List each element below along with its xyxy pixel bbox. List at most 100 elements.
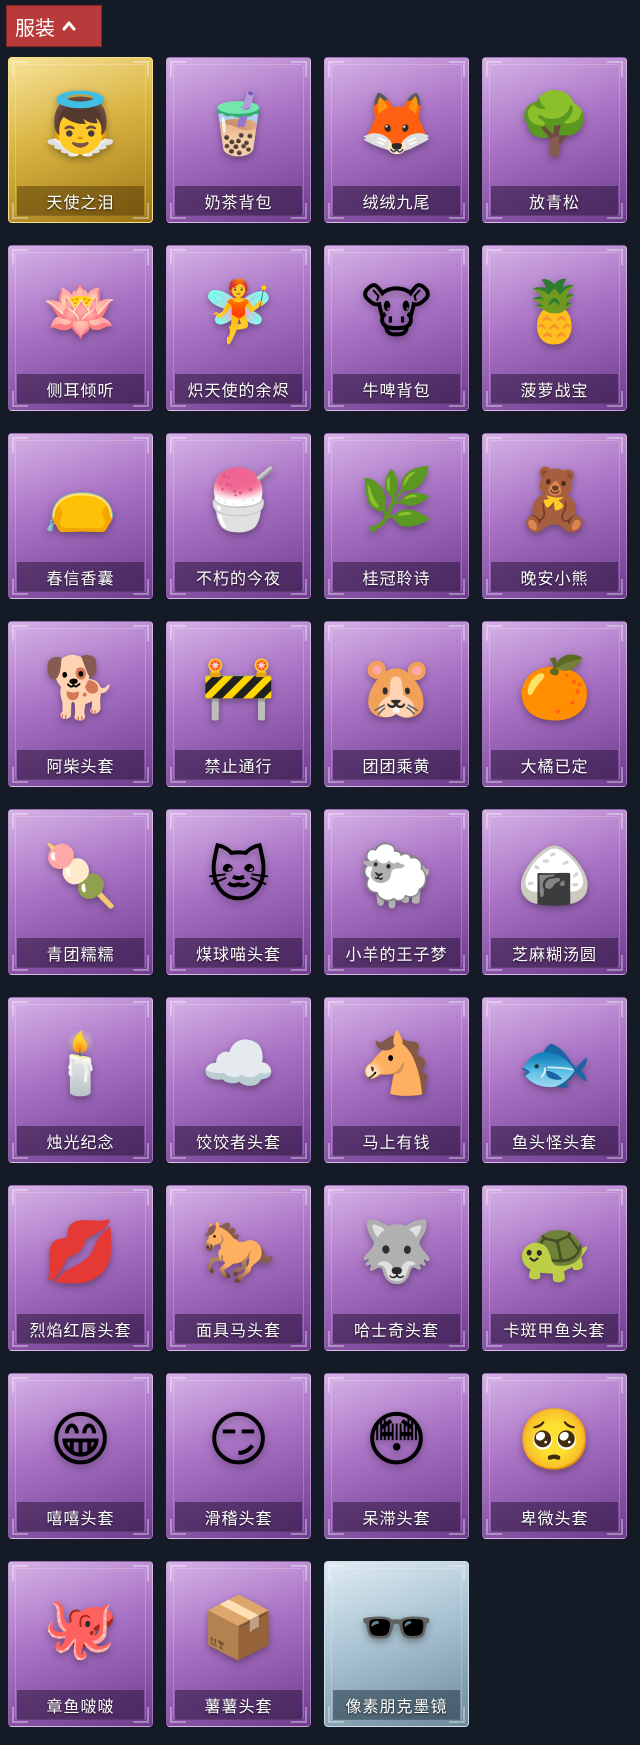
item-name: 奶茶背包: [204, 193, 273, 212]
item-card[interactable]: 🍧 不朽的今夜: [166, 433, 311, 599]
card-corner-ornament: [133, 1189, 149, 1205]
item-card[interactable]: 🧚 炽天使的余烬: [166, 245, 311, 411]
item-card[interactable]: 🥺 卑微头套: [482, 1373, 627, 1539]
item-card[interactable]: 👝 春信香囊: [8, 433, 153, 599]
item-name: 绒绒九尾: [362, 193, 431, 212]
card-corner-ornament: [486, 1189, 502, 1205]
card-corner-ornament: [449, 813, 465, 829]
item-card[interactable]: 📦 薯薯头套: [166, 1561, 311, 1727]
item-name: 章鱼啵啵: [46, 1697, 115, 1716]
black-cat-head-icon: 🐱: [207, 841, 270, 911]
card-corner-ornament: [170, 625, 186, 641]
card-corner-ornament: [133, 813, 149, 829]
item-label-bar: 卑微头套: [491, 1502, 618, 1532]
item-card[interactable]: 👼 天使之泪: [8, 57, 153, 223]
card-corner-ornament: [328, 813, 344, 829]
grin-emoji-icon: 😁: [49, 1405, 112, 1475]
card-corner-ornament: [12, 625, 28, 641]
pineapple-robot-icon: 🍍: [517, 277, 592, 347]
item-card[interactable]: 🍙 芝麻糊汤圆: [482, 809, 627, 975]
smirk-emoji-icon: 😏: [207, 1405, 270, 1475]
card-corner-ornament: [607, 813, 623, 829]
item-label-bar: 菠萝战宝: [491, 374, 618, 404]
item-card[interactable]: 🐹 团团乘黄: [324, 621, 469, 787]
card-corner-ornament: [328, 1001, 344, 1017]
item-name: 青团糯糯: [46, 945, 115, 964]
card-corner-ornament: [12, 437, 28, 453]
card-corner-ornament: [449, 437, 465, 453]
item-card[interactable]: 🐙 章鱼啵啵: [8, 1561, 153, 1727]
item-card[interactable]: 😁 嘻嘻头套: [8, 1373, 153, 1539]
card-corner-ornament: [607, 61, 623, 77]
item-name: 薯薯头套: [204, 1697, 273, 1716]
item-card[interactable]: ☁️ 饺饺者头套: [166, 997, 311, 1163]
card-corner-ornament: [170, 437, 186, 453]
card-corner-ornament: [449, 1377, 465, 1393]
item-card[interactable]: 🐺 哈士奇头套: [324, 1185, 469, 1351]
red-lips-head-icon: 💋: [43, 1217, 118, 1287]
item-name: 春信香囊: [46, 569, 115, 588]
item-name: 炽天使的余烬: [187, 381, 290, 400]
item-card[interactable]: 🪷 侧耳倾听: [8, 245, 153, 411]
item-card[interactable]: 😳 呆滞头套: [324, 1373, 469, 1539]
sachet-icon: 👝: [43, 465, 118, 535]
item-card[interactable]: 🚧 禁止通行: [166, 621, 311, 787]
item-name: 阿柴头套: [46, 757, 115, 776]
item-card[interactable]: 🧸 晚安小熊: [482, 433, 627, 599]
teddy-bear-icon: 🧸: [517, 465, 592, 535]
card-corner-ornament: [449, 1565, 465, 1581]
item-name: 嘻嘻头套: [46, 1509, 115, 1528]
section-tab-clothing[interactable]: 服装: [6, 5, 102, 47]
item-card[interactable]: 🧋 奶茶背包: [166, 57, 311, 223]
card-corner-ornament: [170, 249, 186, 265]
item-card[interactable]: 💋 烈焰红唇头套: [8, 1185, 153, 1351]
item-name: 牛啤背包: [362, 381, 431, 400]
item-card[interactable]: 🐟 鱼头怪头套: [482, 997, 627, 1163]
card-corner-ornament: [449, 1189, 465, 1205]
item-card[interactable]: 🐱 煤球喵头套: [166, 809, 311, 975]
item-name: 烈焰红唇头套: [29, 1321, 132, 1340]
card-corner-ornament: [328, 625, 344, 641]
item-name: 团团乘黄: [362, 757, 431, 776]
cloud-dumpling-icon: ☁️: [201, 1029, 276, 1099]
item-name: 鱼头怪头套: [511, 1133, 597, 1152]
item-label-bar: 鱼头怪头套: [491, 1126, 618, 1156]
item-card[interactable]: 🐎 面具马头套: [166, 1185, 311, 1351]
item-name: 呆滞头套: [362, 1509, 431, 1528]
item-card[interactable]: 🐢 卡斑甲鱼头套: [482, 1185, 627, 1351]
candle-icon: 🕯️: [43, 1029, 118, 1099]
item-name: 侧耳倾听: [46, 381, 115, 400]
card-corner-ornament: [133, 1565, 149, 1581]
item-card[interactable]: 🍊 大橘已定: [482, 621, 627, 787]
round-beast-icon: 🐹: [359, 653, 434, 723]
item-card[interactable]: 🍍 菠萝战宝: [482, 245, 627, 411]
item-card[interactable]: 🕯️ 烛光纪念: [8, 997, 153, 1163]
item-card[interactable]: 🌳 放青松: [482, 57, 627, 223]
item-card[interactable]: 😏 滑稽头套: [166, 1373, 311, 1539]
item-card[interactable]: 🐮 牛啤背包: [324, 245, 469, 411]
card-corner-ornament: [291, 1377, 307, 1393]
humble-emoji-icon: 🥺: [517, 1405, 592, 1475]
card-corner-ornament: [170, 61, 186, 77]
card-corner-ornament: [291, 1565, 307, 1581]
item-card[interactable]: 🕶️ 像素朋克墨镜: [324, 1561, 469, 1727]
item-label-bar: 小羊的王子梦: [333, 938, 460, 968]
milk-tea-backpack-icon: 🧋: [201, 89, 276, 159]
card-corner-ornament: [291, 437, 307, 453]
item-card[interactable]: 🍡 青团糯糯: [8, 809, 153, 975]
card-corner-ornament: [291, 249, 307, 265]
card-corner-ornament: [486, 61, 502, 77]
nine-tail-fox-icon: 🦊: [359, 89, 434, 159]
item-label-bar: 桂冠聆诗: [333, 562, 460, 592]
item-card[interactable]: 🐴 马上有钱: [324, 997, 469, 1163]
item-name: 马上有钱: [362, 1133, 431, 1152]
orange-slice-icon: 🍊: [517, 653, 592, 723]
card-corner-ornament: [291, 61, 307, 77]
item-card[interactable]: 🐕 阿柴头套: [8, 621, 153, 787]
item-label-bar: 像素朋克墨镜: [333, 1690, 460, 1720]
item-card[interactable]: 🌿 桂冠聆诗: [324, 433, 469, 599]
item-card[interactable]: 🐑 小羊的王子梦: [324, 809, 469, 975]
octopus-icon: 🐙: [43, 1593, 118, 1663]
item-label-bar: 卡斑甲鱼头套: [491, 1314, 618, 1344]
item-card[interactable]: 🦊 绒绒九尾: [324, 57, 469, 223]
